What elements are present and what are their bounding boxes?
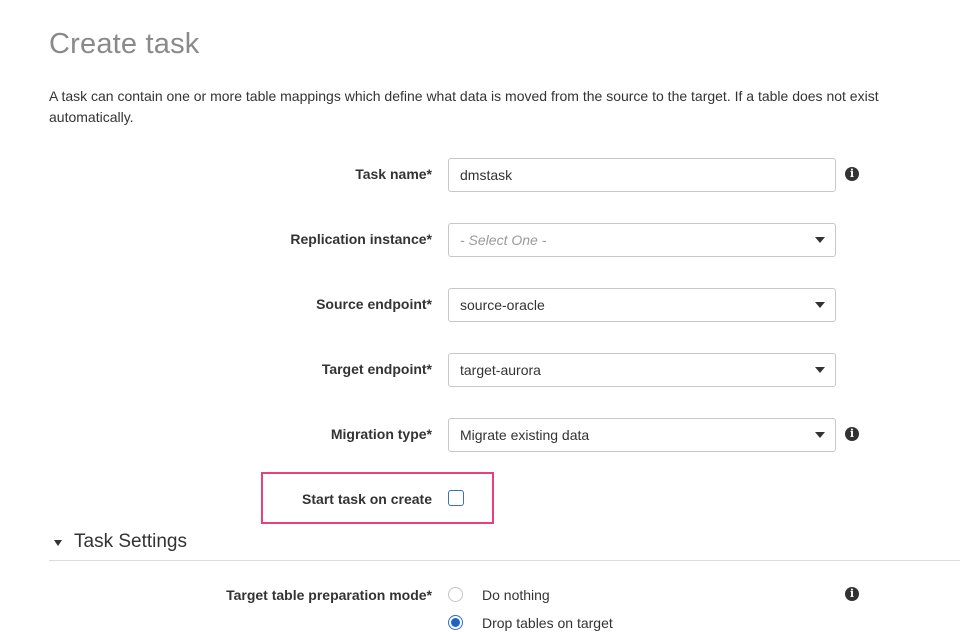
target-endpoint-label: Target endpoint*: [321, 361, 432, 377]
caret-down-icon: [815, 367, 825, 373]
task-name-row: Task name* dmstask i: [0, 158, 960, 192]
target-endpoint-row: Target endpoint* target-aurora: [0, 353, 960, 387]
start-task-label: Start task on create: [302, 491, 432, 507]
start-task-checkbox[interactable]: [448, 490, 464, 506]
replication-instance-value: - Select One -: [460, 232, 547, 248]
migration-type-value: Migrate existing data: [460, 427, 590, 443]
caret-down-icon: [815, 302, 825, 308]
target-endpoint-select[interactable]: target-aurora: [448, 353, 836, 387]
replication-instance-select[interactable]: - Select One -: [448, 223, 836, 257]
radio-drop-tables-label[interactable]: Drop tables on target: [482, 615, 613, 631]
task-settings-toggle[interactable]: Task Settings: [49, 528, 960, 561]
task-name-input[interactable]: dmstask: [448, 158, 836, 192]
info-icon[interactable]: i: [845, 167, 859, 181]
radio-drop-tables[interactable]: [448, 615, 463, 630]
radio-do-nothing-label[interactable]: Do nothing: [482, 587, 550, 603]
target-table-prep-label: Target table preparation mode*: [226, 587, 432, 603]
radio-do-nothing[interactable]: [448, 587, 463, 602]
caret-down-icon: [815, 432, 825, 438]
source-endpoint-select[interactable]: source-oracle: [448, 288, 836, 322]
create-task-page: Create task A task can contain one or mo…: [0, 0, 960, 632]
task-settings-title: Task Settings: [74, 531, 187, 552]
triangle-down-icon: [54, 540, 62, 546]
caret-down-icon: [815, 237, 825, 243]
description-line-2: automatically.: [49, 109, 134, 125]
page-title: Create task: [49, 28, 200, 60]
migration-type-row: Migration type* Migrate existing data i: [0, 418, 960, 452]
info-icon[interactable]: i: [845, 587, 859, 601]
target-endpoint-value: target-aurora: [460, 362, 541, 378]
migration-type-label: Migration type*: [330, 426, 432, 442]
replication-instance-row: Replication instance* - Select One -: [0, 223, 960, 257]
info-icon[interactable]: i: [845, 427, 859, 441]
description-line-1: A task can contain one or more table map…: [49, 88, 879, 104]
replication-instance-label: Replication instance*: [290, 231, 432, 247]
source-endpoint-value: source-oracle: [460, 297, 545, 313]
page-description: A task can contain one or more table map…: [49, 86, 960, 128]
source-endpoint-row: Source endpoint* source-oracle: [0, 288, 960, 322]
source-endpoint-label: Source endpoint*: [316, 296, 432, 312]
task-name-label: Task name*: [355, 166, 432, 182]
migration-type-select[interactable]: Migrate existing data: [448, 418, 836, 452]
